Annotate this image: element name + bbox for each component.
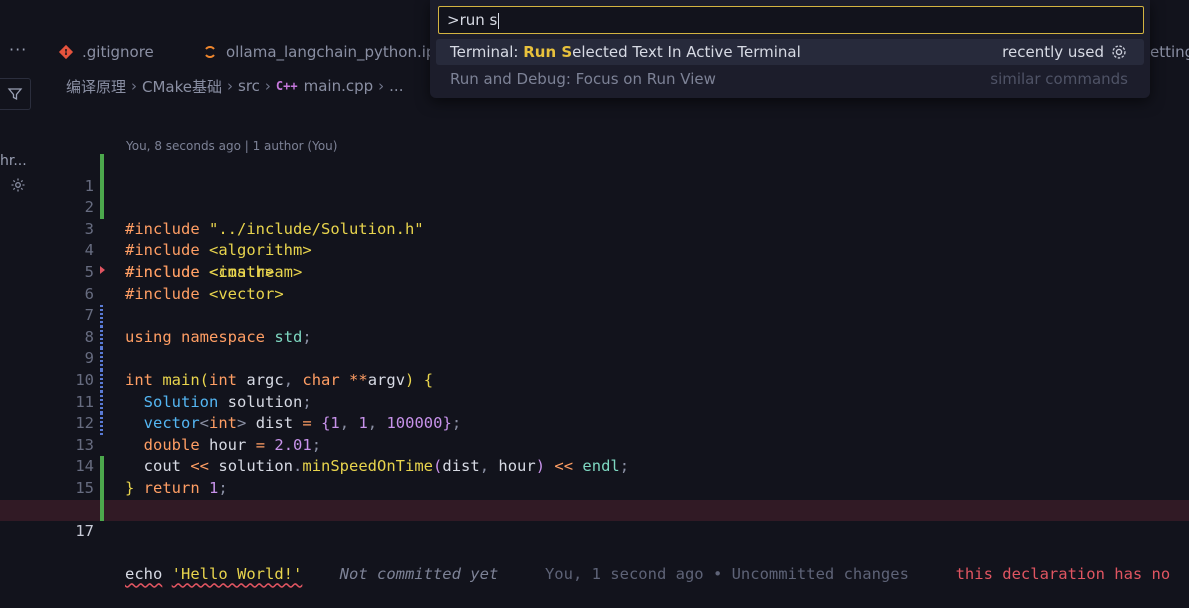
chevron-right-icon: › [131, 77, 138, 95]
command-label: Run and Debug: Focus on Run View [450, 70, 716, 88]
recently-used-label: recently used [1002, 43, 1104, 61]
code-line: 15 [0, 456, 1189, 497]
code-line: 1 #include "../include/Solution.h" [0, 154, 1189, 238]
git-modified-marker[interactable] [100, 391, 103, 414]
blame-codelens[interactable]: You, 8 seconds ago | 1 author (You) [126, 139, 337, 153]
git-modified-marker[interactable] [100, 413, 103, 435]
command-meta: recently used [1002, 39, 1128, 65]
command-category: Terminal: [450, 43, 524, 61]
code-line: 6 [0, 262, 1189, 303]
filter-button[interactable] [0, 78, 31, 110]
text-cursor [498, 12, 500, 29]
git-added-marker[interactable] [100, 499, 104, 522]
code-editor[interactable]: 1 #include "../include/Solution.h" 2 #in… [0, 154, 1189, 583]
command-label: Terminal: Run Selected Text In Active Te… [450, 39, 801, 65]
tab-gitignore[interactable]: .gitignore [58, 42, 154, 62]
code-line: 11 double hour = 2.01; [0, 370, 1189, 454]
git-modified-marker[interactable] [100, 370, 103, 392]
code-line: 9 Solution solution; [0, 326, 1189, 411]
tab-label: ollama_langchain_python.ipy [226, 43, 445, 61]
inline-blame-detail: You, 1 second ago • Uncommitted changes [544, 565, 909, 584]
similar-commands-label: similar commands [990, 70, 1128, 88]
git-modified-marker[interactable] [100, 305, 103, 327]
notebook-icon [202, 44, 218, 60]
command-palette: >run s Terminal: Run Selected Text In Ac… [430, 0, 1150, 98]
git-icon [58, 44, 74, 60]
cpp-file-icon: C++ [275, 79, 298, 93]
match-highlight: Run S [523, 43, 573, 61]
command-item-run-selected-text[interactable]: Terminal: Run Selected Text In Active Te… [436, 39, 1144, 65]
code-line: 7 using namespace std; [0, 284, 1189, 346]
chevron-right-icon: › [227, 77, 234, 95]
command-palette-input[interactable]: >run s [438, 6, 1144, 34]
tab-label: .gitignore [82, 43, 154, 61]
inline-blame: Not committed yet [339, 565, 499, 584]
command-item-focus-run-view[interactable]: Run and Debug: Focus on Run View similar… [436, 66, 1144, 92]
breadcrumb-item[interactable]: CMake基础 [142, 76, 222, 97]
chevron-right-icon: › [264, 77, 271, 95]
filter-icon [7, 88, 23, 101]
code-line: 2 #include <algorithm> [0, 175, 1189, 259]
more-actions-icon[interactable]: ··· [9, 40, 27, 59]
command-palette-input-value: >run s [447, 11, 498, 29]
breadcrumb-item[interactable]: 编译原理 [66, 76, 126, 97]
error-token: echo [125, 565, 163, 584]
code-line: 8 int main(int argc, char **argv) { [0, 305, 1189, 389]
git-modified-marker[interactable] [100, 348, 103, 370]
git-modified-marker[interactable] [100, 326, 103, 349]
command-name: elected Text In Active Terminal [572, 43, 801, 61]
breadcrumb-symbol[interactable]: ... [389, 77, 403, 95]
code-line: 4 #include <iostream> [0, 219, 1189, 281]
code-line: 5 #include <vector> [0, 240, 1189, 303]
breadcrumb-file[interactable]: main.cpp [304, 77, 374, 95]
tab-label: etting [1150, 43, 1189, 61]
code-line: 16 [0, 478, 1189, 519]
breadcrumb: 编译原理 › CMake基础 › src › C++ main.cpp › ..… [66, 76, 403, 96]
git-added-marker[interactable] [100, 456, 104, 478]
code-line: 10 vector<int> dist = {1, 1, 100000}; [0, 348, 1189, 432]
gear-icon[interactable] [1110, 43, 1128, 61]
tab-notebook[interactable]: ollama_langchain_python.ipy [202, 42, 444, 62]
chevron-right-icon: › [378, 77, 385, 95]
code-line: 13 return 1; [0, 413, 1189, 497]
error-token: 'Hello World!' [171, 565, 303, 584]
code-line: 3 #include <cmath> [0, 197, 1189, 281]
git-added-marker[interactable] [100, 197, 104, 219]
git-added-marker[interactable] [100, 478, 104, 500]
git-added-marker[interactable] [100, 154, 104, 176]
error-lens-message: this declaration has no [955, 565, 1171, 584]
breadcrumb-item[interactable]: src [238, 77, 260, 95]
code-line: 12 cout << solution.minSpeedOnTime(dist,… [0, 391, 1189, 475]
code-line: 14 } [0, 435, 1189, 497]
tab-settings[interactable]: etting [1150, 42, 1189, 62]
code-line-error: 17 echo 'Hello World!' Not committed yet… [0, 499, 1189, 583]
git-deleted-marker[interactable] [100, 266, 105, 274]
git-added-marker[interactable] [100, 175, 104, 198]
